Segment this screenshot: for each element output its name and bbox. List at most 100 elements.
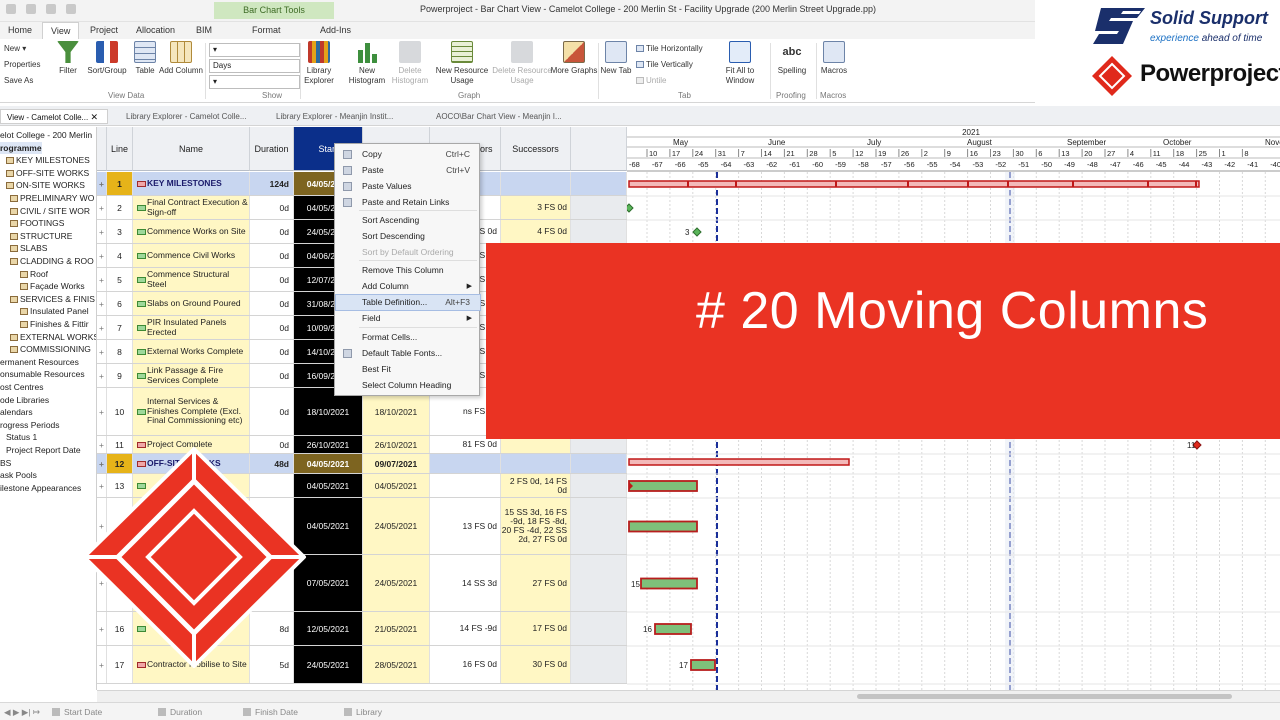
save-as-button[interactable]: Save As xyxy=(4,76,33,85)
bottom-finish-date[interactable]: Finish Date xyxy=(243,707,298,717)
predecessors-cell[interactable] xyxy=(430,474,501,497)
tree-item[interactable]: CLADDING & ROO xyxy=(0,255,94,267)
tile-horizontally-button[interactable]: Tile Horizontally xyxy=(636,44,703,53)
tree-item[interactable]: alendars xyxy=(0,406,33,418)
duration-cell[interactable]: 0d xyxy=(250,316,294,339)
successors-cell[interactable]: 4 FS 0d xyxy=(501,220,571,243)
tree-item[interactable]: ermanent Resources xyxy=(0,356,79,368)
pin-icon[interactable] xyxy=(66,4,76,14)
successors-cell[interactable]: 30 FS 0d xyxy=(501,646,571,683)
tree-item[interactable]: Roof xyxy=(0,268,48,280)
delete-histogram-button[interactable]: Delete Histogram xyxy=(386,41,434,86)
bottom-start-date[interactable]: Start Date xyxy=(52,707,102,717)
row-expand-toggle[interactable]: + xyxy=(97,220,107,243)
untile-button[interactable]: Untile xyxy=(636,76,666,85)
tree-item[interactable]: Status 1 xyxy=(0,431,37,443)
tree-item[interactable]: ilestone Appearances xyxy=(0,482,81,494)
new-resource-usage-button[interactable]: New Resource Usage xyxy=(434,41,490,86)
name-cell[interactable]: External Works Complete xyxy=(133,340,250,363)
properties-button[interactable]: Properties xyxy=(4,60,40,69)
redo-icon[interactable] xyxy=(46,4,56,14)
menu-item-remove-column[interactable]: Remove This Column xyxy=(336,263,480,278)
tab-format[interactable]: Format xyxy=(244,22,289,39)
close-icon[interactable]: ✕ xyxy=(90,112,98,122)
more-graphs-button[interactable]: More Graphs xyxy=(550,41,598,76)
name-cell[interactable]: Slabs on Ground Poured xyxy=(133,292,250,315)
name-cell[interactable]: Commence Civil Works xyxy=(133,244,250,267)
successors-cell[interactable]: 3 FS 0d xyxy=(501,196,571,219)
tree-item[interactable]: SERVICES & FINIS xyxy=(0,293,95,305)
add-column-button[interactable]: Add Column xyxy=(157,41,205,76)
duration-cell[interactable]: 0d xyxy=(250,388,294,435)
predecessors-cell[interactable]: 14 FS -9d xyxy=(430,612,501,645)
menu-item-best-fit[interactable]: Best Fit xyxy=(336,362,480,377)
line-column-header[interactable]: Line xyxy=(107,127,133,171)
duration-cell[interactable]: 0d xyxy=(250,196,294,219)
spelling-button[interactable]: abc Spelling xyxy=(768,41,816,76)
name-cell[interactable]: Internal Services & Finishes Complete (E… xyxy=(133,388,250,435)
tab-add-ins[interactable]: Add-Ins xyxy=(312,22,359,39)
duration-cell[interactable]: 0d xyxy=(250,220,294,243)
doc-tab-bar-chart-view[interactable]: View - Camelot Colle... ✕ xyxy=(0,109,108,124)
successors-cell[interactable] xyxy=(501,172,571,195)
successors-cell[interactable]: 15 SS 3d, 16 FS -9d, 18 FS -8d, 20 FS -4… xyxy=(501,498,571,554)
menu-item-paste[interactable]: Paste Ctrl+V xyxy=(336,163,480,178)
duration-cell[interactable]: 0d xyxy=(250,244,294,267)
tab-bim[interactable]: BIM xyxy=(188,22,220,39)
tree-item[interactable]: EXTERNAL WORKS xyxy=(0,331,96,343)
name-column-header[interactable]: Name xyxy=(133,127,250,171)
menu-item-select-column-heading[interactable]: Select Column Heading xyxy=(336,378,480,393)
predecessors-cell[interactable]: 16 FS 0d xyxy=(430,646,501,683)
finish-cell[interactable]: 04/05/2021 xyxy=(363,474,430,497)
library-explorer-button[interactable]: Library Explorer xyxy=(295,41,343,86)
menu-item-sort-ascending[interactable]: Sort Ascending xyxy=(336,213,480,228)
row-expand-toggle[interactable]: + xyxy=(97,292,107,315)
menu-item-table-definition[interactable]: Table Definition... Alt+F3 xyxy=(335,294,481,311)
finish-cell[interactable]: 09/07/2021 xyxy=(363,454,430,473)
tree-item[interactable]: rogramme xyxy=(0,141,42,154)
menu-item-paste-retain-links[interactable]: Paste and Retain Links xyxy=(336,195,480,210)
tree-item[interactable]: Insulated Panel xyxy=(0,305,89,317)
menu-item-sort-descending[interactable]: Sort Descending xyxy=(336,229,480,244)
tree-item[interactable]: ask Pools xyxy=(0,469,37,481)
tree-item[interactable]: CIVIL / SITE WOR xyxy=(0,205,90,217)
nav-arrows-icon[interactable]: ◀ ▶ ▶| ↦ xyxy=(4,707,40,718)
tree-item[interactable]: SLABS xyxy=(0,242,47,254)
duration-cell[interactable]: 0d xyxy=(250,340,294,363)
duration-column-header[interactable]: Duration xyxy=(250,127,294,171)
undo-icon[interactable] xyxy=(26,4,36,14)
name-cell[interactable]: KEY MILESTONES xyxy=(133,172,250,195)
quick-access-toolbar[interactable] xyxy=(6,4,76,14)
successors-cell[interactable]: 27 FS 0d xyxy=(501,555,571,611)
predecessors-cell[interactable] xyxy=(430,454,501,473)
duration-cell[interactable]: 124d xyxy=(250,172,294,195)
tree-item[interactable]: PRELIMINARY WO xyxy=(0,192,94,204)
row-expand-toggle[interactable]: + xyxy=(97,340,107,363)
row-expand-toggle[interactable]: + xyxy=(97,172,107,195)
row-expand-toggle[interactable]: + xyxy=(97,196,107,219)
timescale-select[interactable]: Days xyxy=(209,59,300,73)
row-expand-toggle[interactable]: + xyxy=(97,316,107,339)
save-icon[interactable] xyxy=(6,4,16,14)
new-tab-button[interactable]: New Tab xyxy=(596,41,636,76)
tile-vertically-button[interactable]: Tile Vertically xyxy=(636,60,693,69)
tree-item[interactable]: rogress Periods xyxy=(0,419,60,431)
name-cell[interactable]: Link Passage & Fire Services Complete xyxy=(133,364,250,387)
predecessors-cell[interactable]: 13 FS 0d xyxy=(430,498,501,554)
tree-item[interactable]: onsumable Resources xyxy=(0,368,85,380)
row-expand-toggle[interactable]: + xyxy=(97,244,107,267)
successors-cell[interactable]: 2 FS 0d, 14 FS 0d xyxy=(501,474,571,497)
tree-item[interactable]: ode Libraries xyxy=(0,394,49,406)
tree-item[interactable]: STRUCTURE xyxy=(0,230,72,242)
name-cell[interactable]: PIR Insulated Panels Erected xyxy=(133,316,250,339)
menu-item-paste-values[interactable]: Paste Values xyxy=(336,179,480,194)
finish-cell[interactable]: 21/05/2021 xyxy=(363,612,430,645)
menu-item-copy[interactable]: Copy Ctrl+C xyxy=(336,147,480,162)
successors-cell[interactable]: 17 FS 0d xyxy=(501,612,571,645)
name-cell[interactable]: Commence Structural Steel xyxy=(133,268,250,291)
tree-item[interactable]: FOOTINGS xyxy=(0,217,64,229)
new-histogram-button[interactable]: New Histogram xyxy=(343,41,391,86)
tree-item[interactable]: Façade Works xyxy=(0,280,85,292)
successors-cell[interactable] xyxy=(501,454,571,473)
tree-item[interactable]: BS xyxy=(0,457,11,469)
